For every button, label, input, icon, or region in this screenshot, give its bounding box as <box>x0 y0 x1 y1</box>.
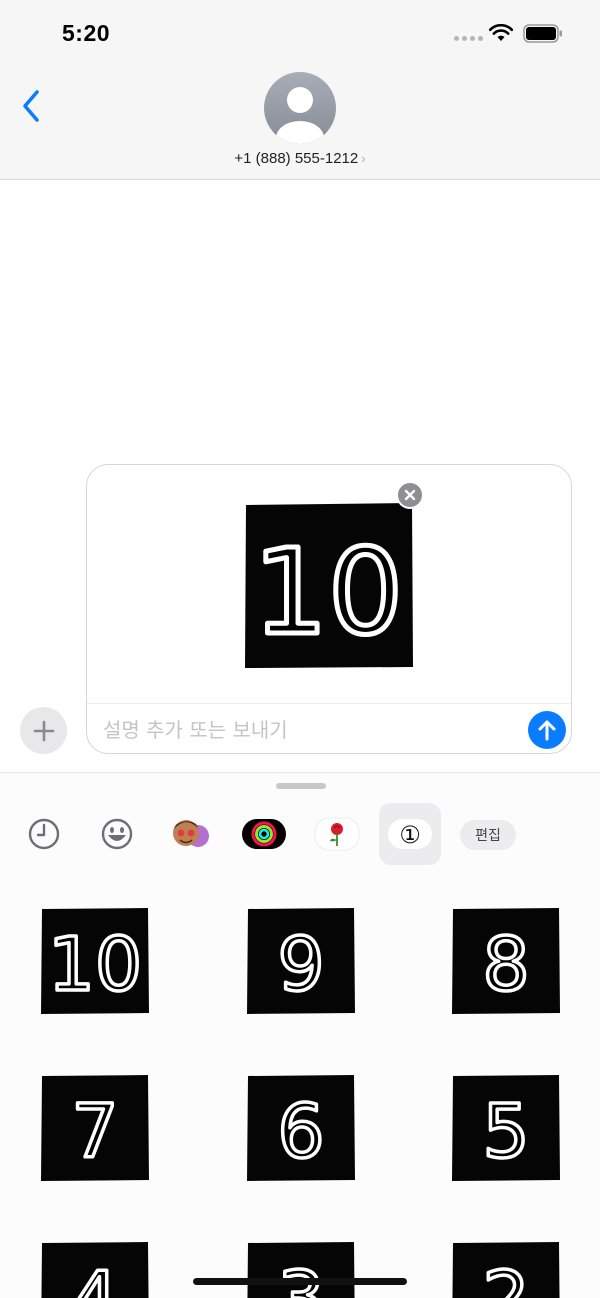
wifi-icon <box>489 24 513 41</box>
sticker-7[interactable]: 7 <box>40 1074 150 1182</box>
app-strip: ① 편집 <box>0 803 600 867</box>
send-button[interactable] <box>528 711 566 749</box>
apps-plus-button[interactable] <box>20 707 67 754</box>
contact-name[interactable]: +1 (888) 555-1212 › <box>0 150 600 167</box>
remove-attachment-button[interactable] <box>396 481 424 509</box>
sticker-4[interactable]: 4 <box>40 1241 150 1298</box>
app-drawer: ① 편집 10 9 8 7 6 5 4 3 2 <box>0 772 600 1298</box>
sticker-5[interactable]: 5 <box>451 1074 561 1182</box>
person-silhouette-icon <box>276 87 324 144</box>
battery-icon <box>523 24 562 43</box>
memoji-icon <box>173 820 209 847</box>
rose-icon <box>314 817 360 851</box>
sticker-label: 9 <box>277 922 324 1008</box>
sticker-grid: 10 9 8 7 6 5 4 3 2 <box>0 907 600 1298</box>
close-icon <box>404 489 416 501</box>
app-activity[interactable] <box>233 803 295 865</box>
app-emoji[interactable] <box>86 803 148 865</box>
sticker-label: 2 <box>482 1256 529 1298</box>
plus-icon <box>33 720 54 741</box>
signal-dots-icon <box>454 36 483 41</box>
attachment-number: 10 <box>253 523 403 661</box>
home-indicator[interactable] <box>193 1278 407 1285</box>
arrow-up-icon <box>538 720 556 741</box>
sticker-8[interactable]: 8 <box>451 907 561 1015</box>
number-app-glyph: ① <box>399 821 421 849</box>
app-recents[interactable] <box>13 803 75 865</box>
drawer-grabber[interactable] <box>276 783 326 789</box>
sticker-label: 5 <box>482 1089 529 1175</box>
avatar[interactable] <box>264 72 336 144</box>
attached-sticker[interactable]: 10 <box>244 502 414 669</box>
sticker-label: 8 <box>482 922 529 1008</box>
chevron-right-icon: › <box>361 151 366 166</box>
sticker-6[interactable]: 6 <box>246 1074 356 1182</box>
app-rose-stickers[interactable] <box>306 803 368 865</box>
sticker-label: 6 <box>277 1089 324 1175</box>
sticker-label: 3 <box>277 1256 324 1298</box>
sticker-10[interactable]: 10 <box>40 907 150 1015</box>
message-input[interactable] <box>103 715 513 745</box>
smiley-icon <box>101 818 133 850</box>
sticker-9[interactable]: 9 <box>246 907 356 1015</box>
app-number-stickers[interactable]: ① <box>379 803 441 865</box>
app-memoji[interactable] <box>160 803 222 865</box>
sticker-2[interactable]: 2 <box>451 1241 561 1298</box>
edit-button[interactable]: 편집 <box>460 820 516 850</box>
activity-rings-icon <box>242 819 286 849</box>
compose-box: 10 <box>86 464 572 754</box>
status-time: 5:20 <box>62 20 111 46</box>
sticker-label: 7 <box>71 1089 118 1175</box>
sticker-label: 10 <box>48 922 142 1008</box>
status-bar: 5:20 <box>0 0 600 64</box>
conversation-header: +1 (888) 555-1212 › <box>0 64 600 180</box>
sticker-3[interactable]: 3 <box>246 1241 356 1298</box>
contact-number: +1 (888) 555-1212 <box>234 150 359 167</box>
circled-one-icon: ① <box>388 819 432 849</box>
sticker-label: 4 <box>71 1256 118 1298</box>
compose-divider <box>87 703 571 704</box>
clock-icon <box>28 818 60 850</box>
chevron-left-icon[interactable] <box>20 88 44 124</box>
